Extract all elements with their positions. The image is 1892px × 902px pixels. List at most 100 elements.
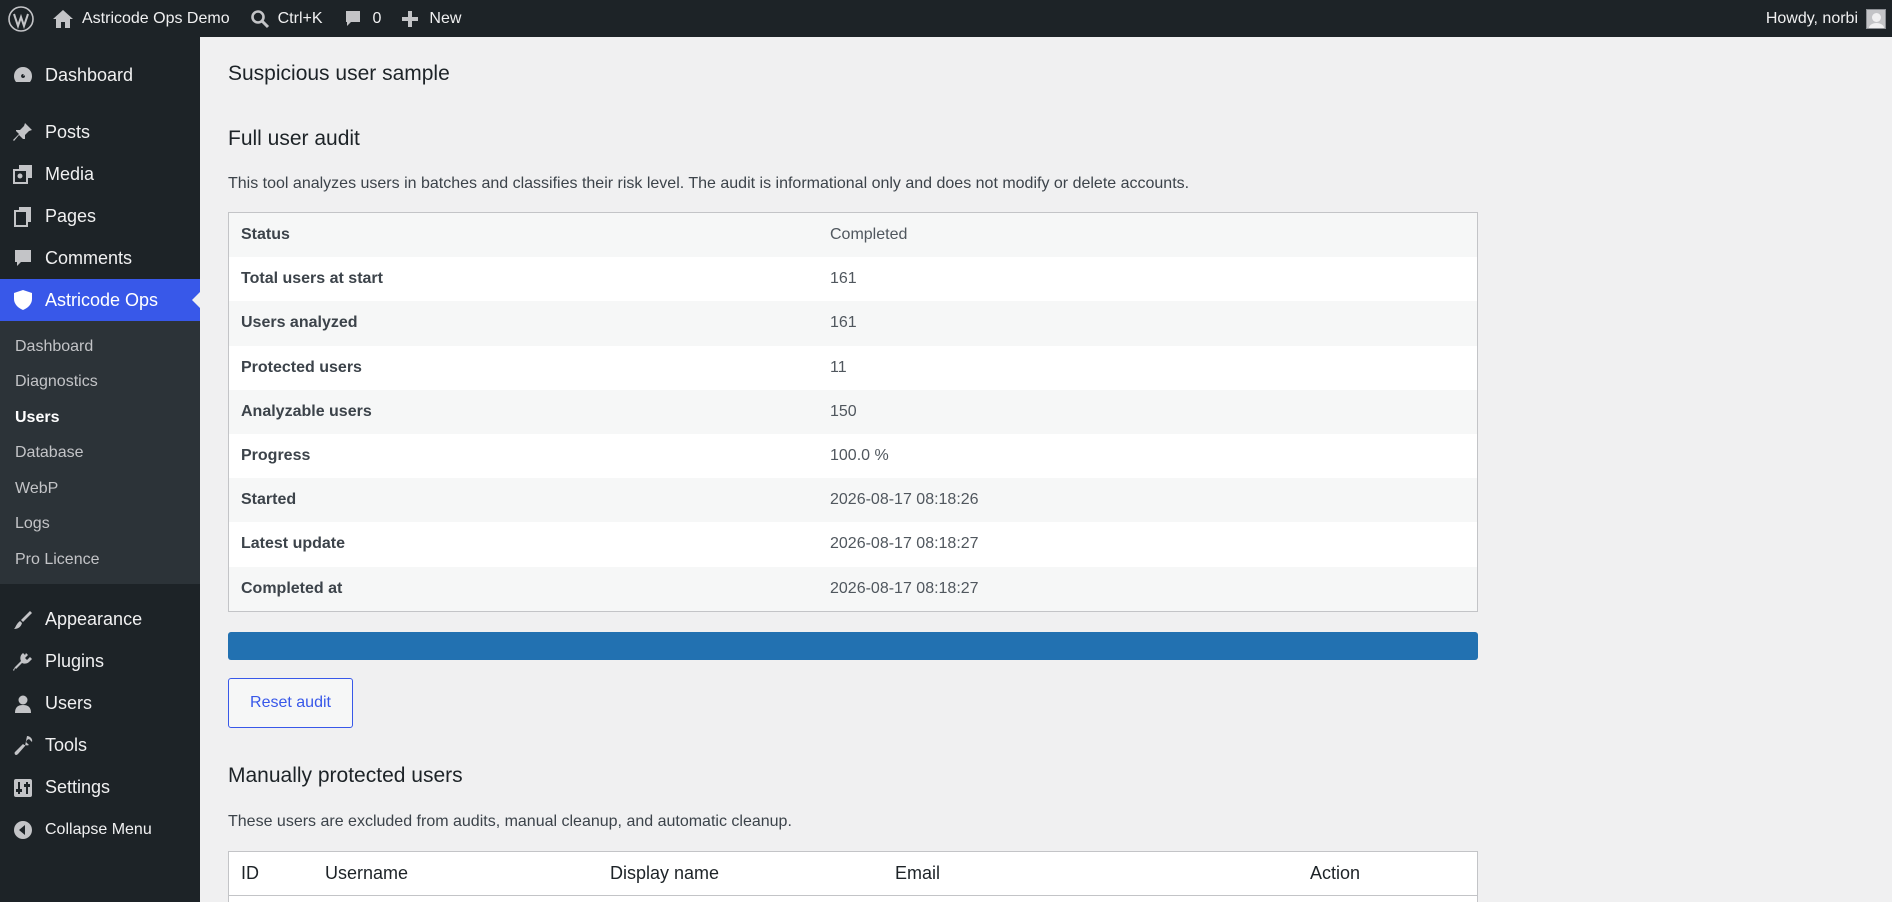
- submenu-item-diagnostics[interactable]: Diagnostics: [0, 365, 200, 401]
- row-key: Started: [241, 491, 297, 509]
- comment-icon: [12, 247, 34, 269]
- protected-users-title: Manually protected users: [228, 764, 463, 787]
- menu-item-settings[interactable]: Settings: [0, 767, 200, 809]
- collapse-icon: [12, 819, 34, 841]
- audit-section-title: Full user audit: [228, 127, 360, 150]
- new-label: New: [429, 9, 462, 27]
- menu-label: Appearance: [45, 609, 143, 629]
- table-row: Protected users 11: [229, 346, 1477, 390]
- menu-label: Astricode Ops: [45, 289, 159, 310]
- dashboard-icon: [12, 64, 34, 86]
- column-header-display-name[interactable]: Display name: [598, 863, 883, 884]
- menu-label: Posts: [45, 121, 91, 142]
- audit-progress-bar: [228, 632, 1478, 660]
- home-icon: [52, 8, 74, 30]
- menu-label: Comments: [45, 247, 133, 268]
- submenu-item-logs[interactable]: Logs: [0, 507, 200, 543]
- row-value: 2026-08-17 08:18:26: [830, 491, 979, 509]
- site-name-link[interactable]: Astricode Ops Demo: [42, 0, 240, 37]
- table-row: Status Completed: [229, 213, 1477, 258]
- user-icon: [12, 693, 34, 715]
- protected-users-table: ID Username Display name Email Action: [228, 851, 1478, 902]
- comment-icon: [343, 9, 363, 29]
- menu-item-pages[interactable]: Pages: [0, 195, 200, 237]
- menu-label: Pages: [45, 205, 97, 226]
- menu-item-media[interactable]: Media: [0, 153, 200, 195]
- submenu-item-webp[interactable]: WebP: [0, 471, 200, 507]
- row-key: Latest update: [241, 535, 346, 553]
- row-value: Completed: [830, 226, 908, 244]
- row-value: 2026-08-17 08:18:27: [830, 579, 979, 597]
- menu-item-plugins[interactable]: Plugins: [0, 641, 200, 683]
- submenu-item-database[interactable]: Database: [0, 436, 200, 472]
- menu-label: Users: [45, 693, 93, 713]
- table-row: Latest update 2026-08-17 08:18:27: [229, 522, 1477, 566]
- row-value: 100.0 %: [830, 447, 889, 465]
- pin-icon: [12, 121, 34, 143]
- column-header-id[interactable]: ID: [229, 863, 313, 884]
- row-value: 2026-08-17 08:18:27: [830, 535, 979, 553]
- reset-audit-button[interactable]: Reset audit: [228, 678, 353, 728]
- plus-icon: [401, 10, 419, 28]
- row-key: Total users at start: [241, 270, 383, 288]
- audit-status-table: Status Completed Total users at start 161 …: [228, 212, 1478, 612]
- menu-item-posts[interactable]: Posts: [0, 111, 200, 153]
- search-icon: [250, 9, 270, 29]
- submenu-item-users[interactable]: Users: [0, 400, 200, 436]
- table-row: Analyzable users 150: [229, 389, 1477, 434]
- shield-icon: [12, 289, 34, 311]
- submenu-item-pro-licence[interactable]: Pro Licence: [0, 542, 200, 578]
- table-row: Started 2026-08-17 08:18:26: [229, 478, 1477, 523]
- site-name: Astricode Ops Demo: [82, 9, 230, 27]
- menu-item-appearance[interactable]: Appearance: [0, 599, 200, 641]
- menu-label: Dashboard: [45, 64, 134, 85]
- collapse-menu-button[interactable]: Collapse Menu: [0, 809, 200, 851]
- row-key: Status: [241, 226, 290, 244]
- menu-label: Settings: [45, 777, 111, 797]
- search-shortcut[interactable]: Ctrl+K: [240, 0, 333, 37]
- row-key: Users analyzed: [241, 314, 358, 332]
- row-value: 150: [830, 402, 857, 420]
- new-content-link[interactable]: New: [391, 0, 471, 37]
- my-account-link[interactable]: Howdy, norbi: [1756, 0, 1888, 37]
- row-value: 161: [830, 270, 857, 288]
- table-row: Completed at 2026-08-17 08:18:27: [229, 566, 1477, 611]
- row-key: Protected users: [241, 358, 362, 376]
- column-header-username[interactable]: Username: [313, 863, 598, 884]
- row-key: Progress: [241, 447, 311, 465]
- row-value: 161: [830, 314, 857, 332]
- media-icon: [12, 163, 34, 185]
- avatar: [1866, 8, 1886, 29]
- page-title: Suspicious user sample: [228, 62, 450, 85]
- submenu-item-dashboard[interactable]: Dashboard: [0, 329, 200, 365]
- menu-item-tools[interactable]: Tools: [0, 725, 200, 767]
- plug-icon: [12, 651, 34, 673]
- audit-description: This tool analyzes users in batches and …: [228, 175, 1190, 192]
- wordpress-logo-icon[interactable]: [0, 0, 42, 37]
- comments-count: 0: [372, 9, 382, 27]
- wrench-icon: [12, 735, 34, 757]
- collapse-label: Collapse Menu: [45, 820, 152, 838]
- menu-label: Tools: [45, 735, 88, 755]
- menu-label: Plugins: [45, 651, 105, 671]
- comments-link[interactable]: 0: [333, 0, 392, 37]
- menu-item-astricode-ops[interactable]: Astricode Ops: [0, 279, 200, 321]
- column-header-email[interactable]: Email: [883, 863, 1298, 884]
- table-header-row: ID Username Display name Email Action: [229, 852, 1477, 896]
- row-key: Analyzable users: [241, 402, 372, 420]
- menu-item-users[interactable]: Users: [0, 683, 200, 725]
- audit-progress-fill: [228, 632, 1478, 660]
- menu-label: Media: [45, 163, 95, 184]
- brush-icon: [12, 609, 34, 631]
- astricode-submenu: Dashboard Diagnostics Users Database Web…: [0, 321, 200, 584]
- menu-item-dashboard[interactable]: Dashboard: [0, 54, 200, 96]
- admin-bar: Astricode Ops Demo Ctrl+K 0 New Howdy, n…: [0, 0, 1892, 37]
- search-shortcut-label: Ctrl+K: [277, 9, 323, 27]
- column-header-action[interactable]: Action: [1298, 863, 1360, 884]
- menu-item-comments[interactable]: Comments: [0, 237, 200, 279]
- table-row: Total users at start 161: [229, 257, 1477, 301]
- table-row: Progress 100.0 %: [229, 434, 1477, 478]
- settings-icon: [12, 777, 34, 799]
- row-value: 11: [830, 358, 847, 376]
- pages-icon: [12, 205, 34, 227]
